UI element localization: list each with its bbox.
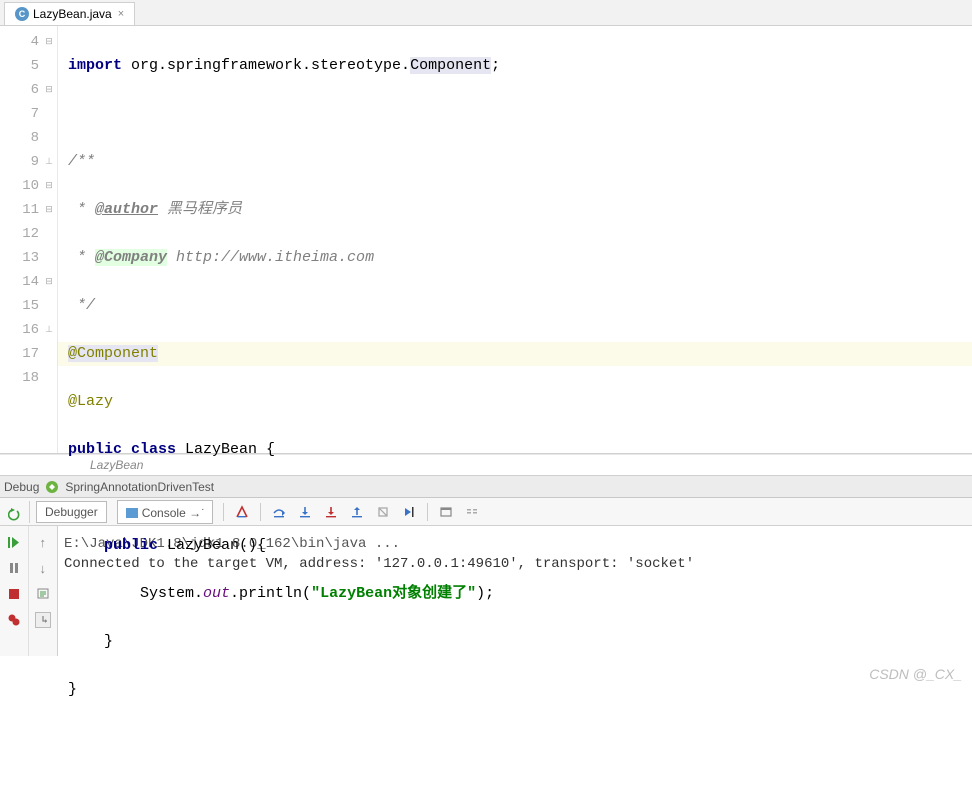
code-editor[interactable]: 456789101112131415161718 ⊟⊟⊥⊟⊟⊟⊥ import …	[0, 26, 972, 454]
code-text: }	[68, 633, 113, 650]
down-icon[interactable]: ↓	[35, 560, 51, 576]
keyword: public	[68, 441, 122, 458]
debug-label: Debug	[4, 480, 39, 494]
javadoc: 黑马程序员	[158, 201, 242, 218]
code-text: ;	[491, 57, 500, 74]
layout-icon[interactable]	[35, 612, 51, 628]
code-text: );	[476, 585, 494, 602]
rerun-icon[interactable]	[7, 507, 23, 523]
fold-icon[interactable]: ⊟	[43, 270, 55, 294]
javadoc: *	[68, 201, 95, 218]
close-icon[interactable]: ×	[118, 8, 124, 20]
code-text: System.	[68, 585, 203, 602]
code-text: }	[68, 681, 77, 698]
javadoc-tag: @author	[95, 201, 158, 218]
pause-icon[interactable]	[6, 560, 22, 576]
annotation: @Component	[68, 345, 158, 362]
code-text: LazyBean {	[176, 441, 275, 458]
fold-column: ⊟⊟⊥⊟⊟⊟⊥	[43, 30, 55, 390]
fold-end-icon: ⊥	[43, 318, 55, 342]
javadoc: */	[68, 297, 95, 314]
field-ref: out	[203, 585, 230, 602]
breakpoints-icon[interactable]	[6, 612, 22, 628]
code-text: org.springframework.stereotype.	[122, 57, 410, 74]
stop-icon[interactable]	[6, 586, 22, 602]
code-area[interactable]: import org.springframework.stereotype.Co…	[58, 26, 972, 453]
class-ref: Component	[410, 57, 491, 74]
resume-icon[interactable]	[6, 534, 22, 550]
file-tab-lazybean[interactable]: C LazyBean.java ×	[4, 2, 135, 25]
spring-icon	[45, 480, 59, 494]
javadoc: *	[68, 249, 95, 266]
javadoc: /**	[68, 153, 95, 170]
watermark: CSDN @_CX_	[869, 666, 962, 682]
string-literal: "LazyBean对象创建了"	[311, 585, 476, 602]
fold-end-icon: ⊥	[43, 150, 55, 174]
class-icon: C	[15, 7, 29, 21]
up-icon[interactable]: ↑	[35, 534, 51, 550]
fold-icon[interactable]: ⊟	[43, 78, 55, 102]
fold-icon[interactable]: ⊟	[43, 174, 55, 198]
javadoc: http://www.itheima.com	[167, 249, 374, 266]
filter-icon[interactable]	[35, 586, 51, 602]
code-text: .println(	[230, 585, 311, 602]
line-gutter: 456789101112131415161718 ⊟⊟⊥⊟⊟⊟⊥	[0, 26, 58, 453]
fold-icon[interactable]: ⊟	[43, 198, 55, 222]
javadoc-tag: @Company	[95, 249, 167, 266]
fold-icon[interactable]: ⊟	[43, 30, 55, 54]
editor-tab-bar: C LazyBean.java ×	[0, 0, 972, 26]
keyword: import	[68, 57, 122, 74]
code-text: LazyBean(){	[158, 537, 266, 554]
annotation: @Lazy	[68, 393, 113, 410]
keyword: public	[104, 537, 158, 554]
debug-side-controls: ↑ ↓	[0, 526, 58, 656]
file-tab-label: LazyBean.java	[33, 7, 112, 21]
keyword: class	[131, 441, 176, 458]
